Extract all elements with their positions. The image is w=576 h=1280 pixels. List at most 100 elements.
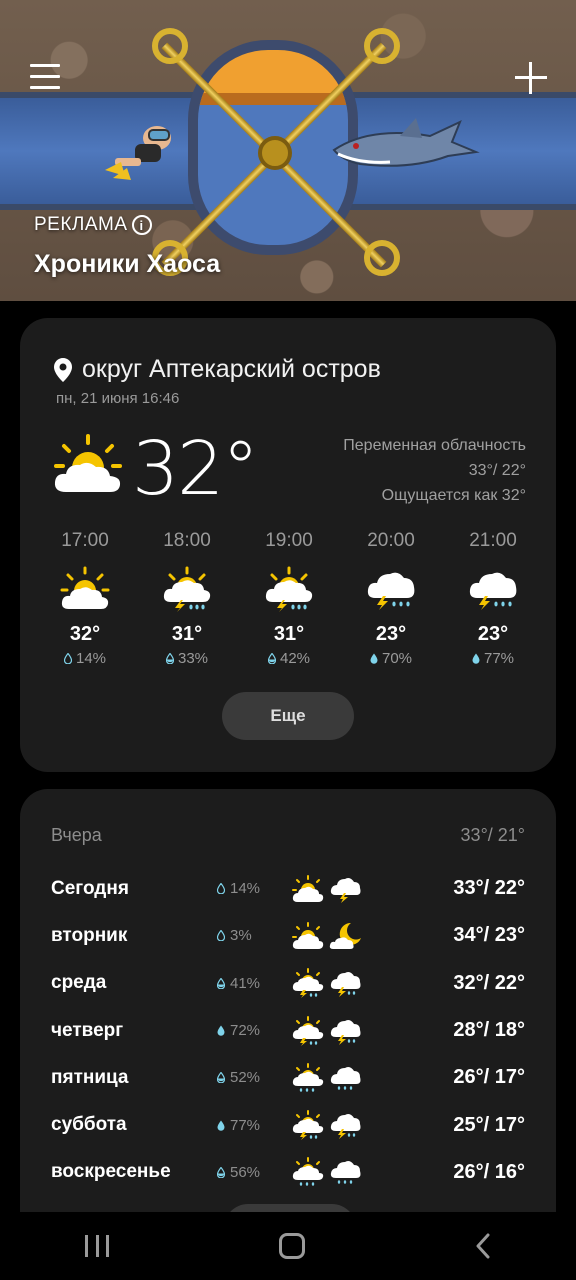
hour-time: 21:00: [469, 530, 517, 551]
add-location-button[interactable]: [515, 62, 547, 94]
sun-thunder-rain-icon: [163, 566, 211, 612]
thunder-rain-cloud-icon: [330, 972, 361, 998]
yesterday-label: Вчера: [51, 825, 102, 845]
hour-precip: 70%: [340, 650, 442, 667]
location-name: округ Аптекарский остров: [82, 355, 381, 383]
water-drop-full-icon: [217, 1120, 225, 1131]
water-drop-outline-icon: [217, 883, 225, 895]
day-precip-value: 14%: [230, 880, 261, 898]
day-name: четверг: [51, 1019, 124, 1041]
location-pin-icon: [54, 357, 72, 382]
hour-time: 18:00: [163, 530, 211, 551]
hour-precip-value: 70%: [381, 650, 413, 667]
water-drop-half-icon: [217, 977, 225, 989]
day-precip-value: 52%: [230, 1069, 261, 1087]
ad-label: РЕКЛАМА i: [34, 214, 152, 236]
yesterday-range: 33°/ 21°: [460, 825, 525, 845]
location-header: округ Аптекарский остров: [54, 355, 381, 384]
yesterday-row: Вчера 33°/ 21°: [51, 825, 525, 846]
day-range: 26°/ 16°: [453, 1160, 525, 1183]
forecast-day-row[interactable]: среда 41% 32°/ 22°: [51, 960, 525, 1007]
home-button[interactable]: [279, 1233, 305, 1259]
ad-pin-ring: [364, 240, 400, 276]
info-icon[interactable]: i: [131, 215, 152, 235]
day-precip: 77%: [217, 1117, 291, 1134]
water-drop-half-icon: [267, 653, 276, 664]
water-drop-outline-icon: [217, 930, 225, 942]
hour-temp: 31°: [171, 623, 203, 645]
day-precip: 14%: [217, 880, 291, 897]
thunder-cloud-icon: [330, 877, 361, 903]
day-range: 33°/ 22°: [453, 877, 525, 900]
menu-button[interactable]: [30, 64, 60, 92]
day-range: 25°/ 17°: [453, 1113, 525, 1136]
moon-cloud-icon: [329, 922, 361, 949]
hour-precip: 42%: [238, 650, 340, 667]
day-precip-value: 3%: [230, 927, 252, 945]
condition-text: Переменная облачность: [343, 437, 526, 454]
hour-precip: 77%: [442, 650, 544, 667]
current-details: Переменная облачность 33°/ 22° Ощущается…: [343, 433, 526, 508]
day-range: 26°/ 17°: [453, 1066, 525, 1089]
back-button[interactable]: [475, 1233, 491, 1259]
sun-thunder-rain-icon: [265, 566, 313, 612]
day-precip-value: 56%: [230, 1163, 261, 1181]
hour-precip-value: 14%: [75, 650, 107, 667]
ad-diver-image: [105, 126, 171, 180]
partly-cloudy-sun-icon: [292, 921, 324, 949]
hour-temp: 31°: [273, 623, 305, 645]
water-drop-half-icon: [217, 1072, 225, 1084]
day-precip: 52%: [217, 1069, 291, 1086]
high-low-text: 33°/ 22°: [468, 462, 526, 479]
rain-cloud-icon: [330, 1161, 361, 1185]
hour-time: 17:00: [61, 530, 109, 551]
partly-cloudy-sun-icon: [60, 566, 110, 609]
day-name: суббота: [51, 1114, 127, 1136]
hourly-item: 17:00 32° 14%: [34, 530, 136, 667]
hourly-item: 21:00 23° 77%: [442, 530, 544, 667]
hour-temp: 23°: [477, 623, 509, 645]
day-range: 28°/ 18°: [453, 1019, 525, 1042]
hourly-item: 19:00 31° 42%: [238, 530, 340, 667]
forecast-day-row[interactable]: Сегодня 14% 33°/ 22°: [51, 865, 525, 912]
forecast-day-row[interactable]: суббота 77% 25°/ 17°: [51, 1101, 525, 1148]
forecast-day-row[interactable]: пятница 52% 26°/ 17°: [51, 1054, 525, 1101]
hour-time: 19:00: [265, 530, 313, 551]
ad-shark-image: [332, 118, 480, 167]
current-weather-card[interactable]: округ Аптекарский остров пн, 21 июня 16:…: [20, 318, 556, 772]
ad-banner[interactable]: РЕКЛАМА i Хроники Хаоса: [0, 0, 576, 301]
day-range: 32°/ 22°: [453, 971, 525, 994]
day-precip-value: 77%: [230, 1116, 261, 1134]
water-drop-full-icon: [472, 653, 480, 664]
day-precip: 3%: [217, 927, 291, 944]
forecast-day-row[interactable]: вторник 3% 34°/ 23°: [51, 912, 525, 959]
day-name: воскресенье: [51, 1161, 171, 1183]
ad-pin-ring: [152, 28, 188, 64]
more-button[interactable]: Еще: [222, 692, 354, 740]
day-precip-value: 41%: [230, 974, 261, 992]
day-name: Сегодня: [51, 877, 129, 899]
hourly-forecast[interactable]: 17:00 32° 14% 18:00 31° 33% 19:00 31° 42…: [34, 530, 544, 667]
water-drop-full-icon: [370, 653, 378, 664]
sun-rain-icon: [292, 1157, 324, 1187]
hour-precip-value: 42%: [279, 650, 311, 667]
hour-precip: 33%: [136, 650, 238, 667]
recent-apps-button[interactable]: [85, 1235, 109, 1257]
partly-cloudy-sun-icon: [292, 874, 324, 902]
ad-pin-hub: [258, 136, 292, 170]
ad-title: Хроники Хаоса: [34, 250, 221, 278]
hour-temp: 23°: [375, 623, 407, 645]
forecast-day-row[interactable]: четверг 72% 28°/ 18°: [51, 1007, 525, 1054]
sun-thunder-rain-icon: [292, 968, 324, 999]
day-precip: 56%: [217, 1164, 291, 1181]
thunder-rain-cloud-icon: [330, 1114, 361, 1140]
water-drop-half-icon: [217, 1166, 225, 1178]
hourly-item: 18:00 31° 33%: [136, 530, 238, 667]
hourly-item: 20:00 23° 70%: [340, 530, 442, 667]
forecast-day-row[interactable]: воскресенье 56% 26°/ 16°: [51, 1149, 525, 1196]
hour-time: 20:00: [367, 530, 415, 551]
ad-pin-ring: [364, 28, 400, 64]
feels-like-text: Ощущается как 32°: [381, 487, 526, 504]
daily-forecast-card[interactable]: Вчера 33°/ 21° Сегодня 14% 33°/ 22° втор…: [20, 789, 556, 1252]
update-datetime: пн, 21 июня 16:46: [56, 390, 180, 407]
